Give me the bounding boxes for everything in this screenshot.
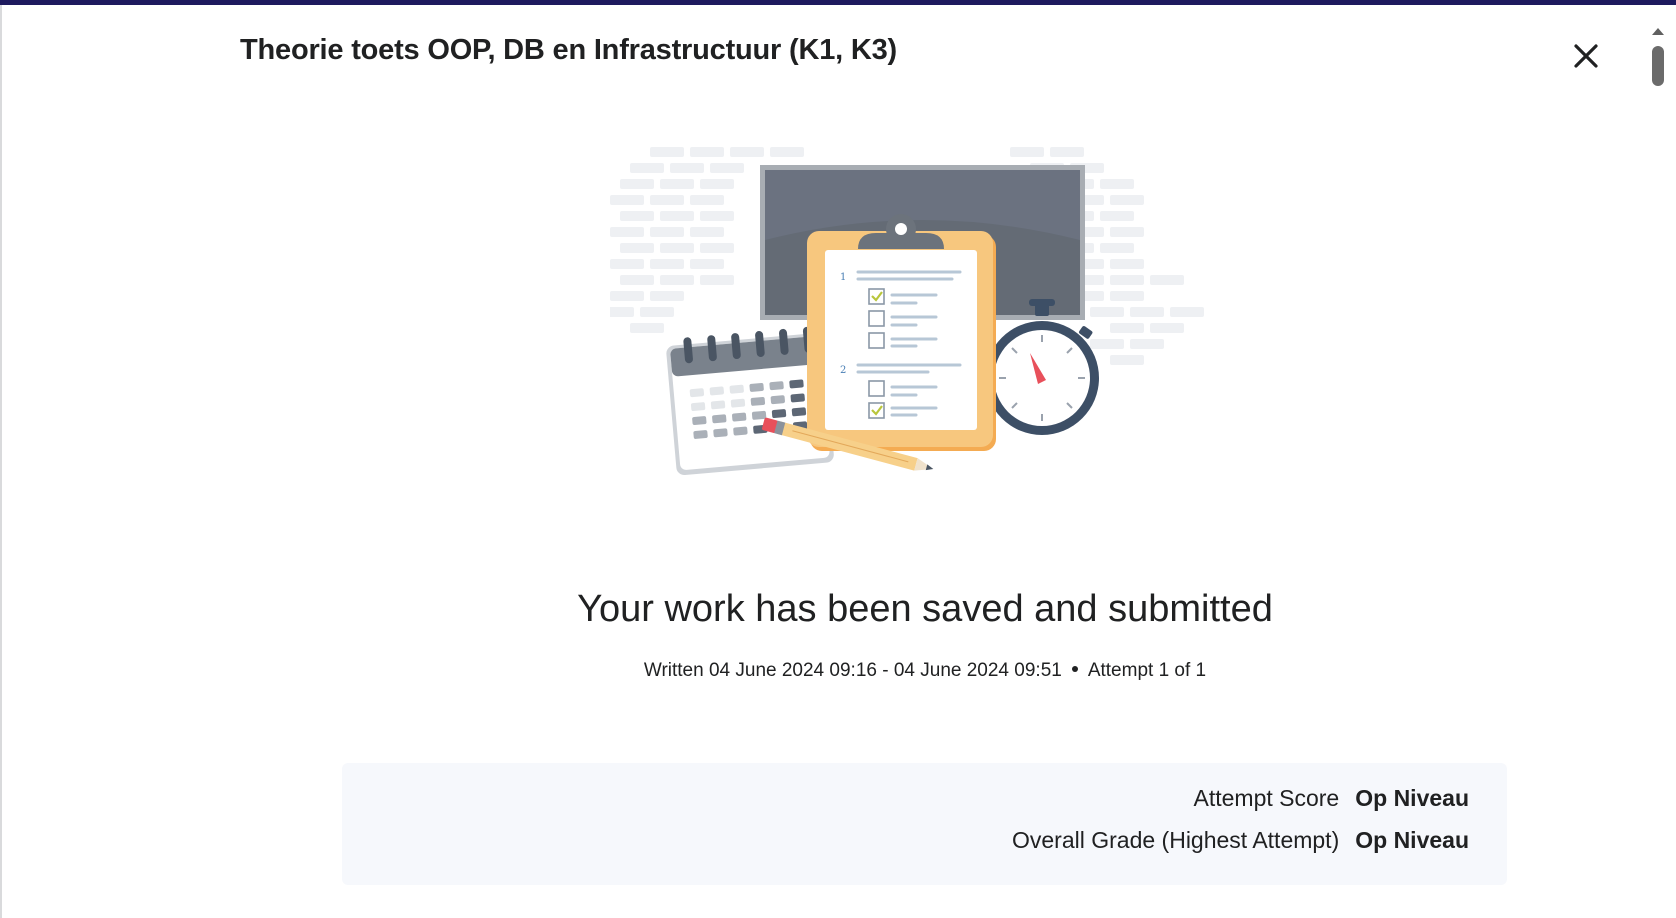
dialog-title: Theorie toets OOP, DB en Infrastructuur … [240,34,897,66]
vertical-scrollbar[interactable] [1648,24,1668,918]
attempt-score-value: Op Niveau [1355,785,1469,811]
score-panel: Attempt Score Op Niveau Overall Grade (H… [342,763,1507,885]
top-accent-bar [0,0,1676,5]
submission-meta: Written 04 June 2024 09:16 - 04 June 202… [0,660,1676,682]
close-button[interactable] [1566,36,1606,76]
scroll-thumb[interactable] [1652,46,1664,86]
question-number-2: 2 [840,365,846,376]
attempt-score-label: Attempt Score [1193,785,1340,811]
confirmation-headline: Your work has been saved and submitted [577,588,1273,630]
clipboard-icon: 1 2 [807,214,996,451]
attempt-score-row: Attempt Score Op Niveau [1194,785,1470,812]
window-edge [0,5,2,918]
submission-illustration: 1 2 [610,147,1204,476]
attempt-count: Attempt 1 of 1 [1087,660,1207,681]
question-number-1: 1 [840,272,846,283]
written-time: Written 04 June 2024 09:16 - 04 June 202… [643,660,1062,681]
overall-grade-label: Overall Grade (Highest Attempt) [1012,827,1340,853]
overall-grade-row: Overall Grade (Highest Attempt) Op Nivea… [1012,827,1469,854]
close-icon [1574,44,1598,68]
separator-dot [1071,666,1078,673]
scroll-up-arrow-icon[interactable] [1652,28,1664,35]
overall-grade-value: Op Niveau [1355,827,1469,853]
